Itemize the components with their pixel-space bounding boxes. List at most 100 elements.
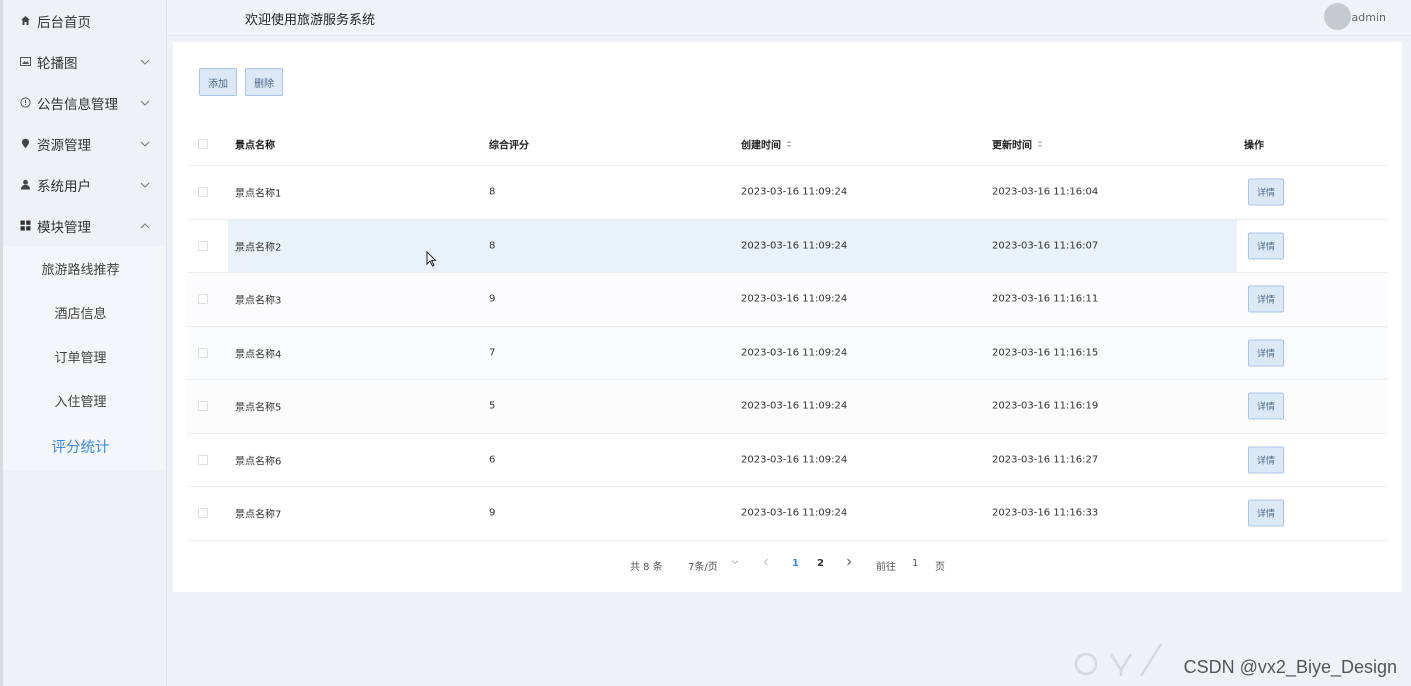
sidebar-item-home[interactable]: 后台首页 [3,0,166,41]
chevron-down-icon[interactable] [731,558,739,569]
goto-suffix: 页 [935,562,945,573]
sidebar: 后台首页 轮播图 公告信息管理 资源管理 系统用户 模块管理 旅游路线推荐 酒店… [0,0,167,686]
column-header-created[interactable]: 创建时间 [741,136,792,151]
table-row[interactable]: 景点名称4 7 2023-03-16 11:09:24 2023-03-16 1… [187,326,1388,380]
cell-updated: 2023-03-16 11:16:04 [992,186,1099,198]
select-all-checkbox[interactable] [198,138,208,149]
main-card: 添加 删除 景点名称 综合评分 创建时间 更新时间 操作 景点名称1 8 202… [173,42,1402,592]
cell-created: 2023-03-16 11:09:24 [741,186,848,198]
sidebar-item-label: 模块管理 [37,219,91,236]
add-button[interactable]: 添加 [199,68,237,96]
cell-score: 8 [489,186,496,198]
cell-name: 景点名称6 [235,456,282,468]
page-title: 欢迎使用旅游服务系统 [245,13,376,28]
goto-prefix: 前往 [876,562,896,573]
sidebar-item-users[interactable]: 系统用户 [3,164,166,205]
chevron-down-icon [140,178,150,188]
delete-button[interactable]: 删除 [245,68,283,96]
cell-name: 景点名称5 [235,402,282,414]
table-row[interactable]: 景点名称7 9 2023-03-16 11:09:24 2023-03-16 1… [187,487,1388,541]
sidebar-item-label: 系统用户 [37,178,91,195]
info-icon [19,97,31,109]
sort-icon[interactable] [786,139,792,151]
location-icon [19,138,31,150]
grid-icon [19,220,31,232]
table-header-row: 景点名称 综合评分 创建时间 更新时间 操作 [187,122,1388,166]
chevron-down-icon [140,137,150,147]
cell-score: 7 [489,347,496,359]
row-checkbox[interactable] [198,347,208,358]
watermark-logo [1066,641,1176,686]
detail-button[interactable]: 详情 [1248,392,1284,420]
table-row[interactable]: 景点名称5 5 2023-03-16 11:09:24 2023-03-16 1… [187,380,1388,434]
detail-button[interactable]: 详情 [1248,232,1284,260]
sidebar-item-carousel[interactable]: 轮播图 [3,41,166,82]
sidebar-item-modules[interactable]: 模块管理 [3,205,166,246]
table-row[interactable]: 景点名称3 9 2023-03-16 11:09:24 2023-03-16 1… [187,273,1388,327]
table-row[interactable]: 景点名称1 8 2023-03-16 11:09:24 2023-03-16 1… [187,166,1388,220]
cell-updated: 2023-03-16 11:16:15 [992,347,1099,359]
column-header-label: 创建时间 [741,140,781,151]
data-table: 景点名称 综合评分 创建时间 更新时间 操作 景点名称1 8 2023-03-1… [187,122,1388,541]
avatar[interactable] [1324,3,1351,30]
cell-score: 9 [489,507,496,519]
detail-button[interactable]: 详情 [1248,178,1284,206]
row-checkbox[interactable] [198,240,208,251]
column-header-updated[interactable]: 更新时间 [992,136,1043,151]
column-header-score: 综合评分 [489,140,529,151]
submenu-item-rating-stats[interactable]: 评分统计 [3,422,166,470]
detail-button[interactable]: 详情 [1248,339,1284,367]
mouse-cursor-icon [426,250,437,271]
column-header-name: 景点名称 [235,140,275,151]
detail-button[interactable]: 详情 [1248,499,1284,527]
goto-page-input[interactable]: 1 [912,558,918,569]
cell-updated: 2023-03-16 11:16:27 [992,454,1099,466]
detail-button[interactable]: 详情 [1248,446,1284,474]
submenu-item-routes[interactable]: 旅游路线推荐 [3,246,166,290]
image-icon [19,56,31,68]
column-header-actions: 操作 [1244,140,1264,151]
row-checkbox[interactable] [198,187,208,198]
sidebar-item-resources[interactable]: 资源管理 [3,123,166,164]
table-row[interactable]: 景点名称6 6 2023-03-16 11:09:24 2023-03-16 1… [187,434,1388,487]
user-icon [19,179,31,191]
page-number[interactable]: 2 [817,558,824,569]
cell-updated: 2023-03-16 11:16:11 [992,293,1099,305]
username-label[interactable]: admin [1352,11,1386,24]
cell-name: 景点名称1 [235,188,282,200]
cell-score: 8 [489,240,496,252]
pagination: 共 8 条 7条/页 1 2 前往 1 页 [173,558,1402,574]
sidebar-item-notice[interactable]: 公告信息管理 [3,82,166,123]
home-icon [19,15,31,27]
row-checkbox[interactable] [198,294,208,305]
submenu-item-checkin[interactable]: 入住管理 [3,378,166,422]
page-number[interactable]: 1 [792,558,799,569]
submenu-modules: 旅游路线推荐 酒店信息 订单管理 入住管理 评分统计 [3,246,166,470]
chevron-down-icon [140,96,150,106]
row-checkbox[interactable] [198,454,208,465]
cell-created: 2023-03-16 11:09:24 [741,293,848,305]
next-page-icon[interactable] [845,558,853,569]
cell-created: 2023-03-16 11:09:24 [741,507,848,519]
row-checkbox[interactable] [198,508,208,519]
detail-button[interactable]: 详情 [1248,285,1284,313]
sidebar-item-label: 资源管理 [37,137,91,154]
cell-updated: 2023-03-16 11:16:33 [992,507,1099,519]
cell-created: 2023-03-16 11:09:24 [741,454,848,466]
chevron-down-icon [140,55,150,65]
sidebar-item-label: 轮播图 [37,55,78,72]
cell-created: 2023-03-16 11:09:24 [741,240,848,252]
row-checkbox[interactable] [198,401,208,412]
sort-icon[interactable] [1037,139,1043,151]
submenu-item-hotels[interactable]: 酒店信息 [3,290,166,334]
cell-score: 9 [489,293,496,305]
submenu-item-orders[interactable]: 订单管理 [3,334,166,378]
prev-page-icon[interactable] [762,558,770,569]
sidebar-item-label: 公告信息管理 [37,96,118,113]
cell-updated: 2023-03-16 11:16:07 [992,240,1099,252]
table-row[interactable]: 景点名称2 8 2023-03-16 11:09:24 2023-03-16 1… [187,219,1388,273]
watermark-text: CSDN @vx2_Biye_Design [1183,657,1397,677]
cell-score: 5 [489,400,496,412]
page-size-select[interactable]: 7条/页 [688,558,718,573]
cell-name: 景点名称4 [235,349,282,361]
